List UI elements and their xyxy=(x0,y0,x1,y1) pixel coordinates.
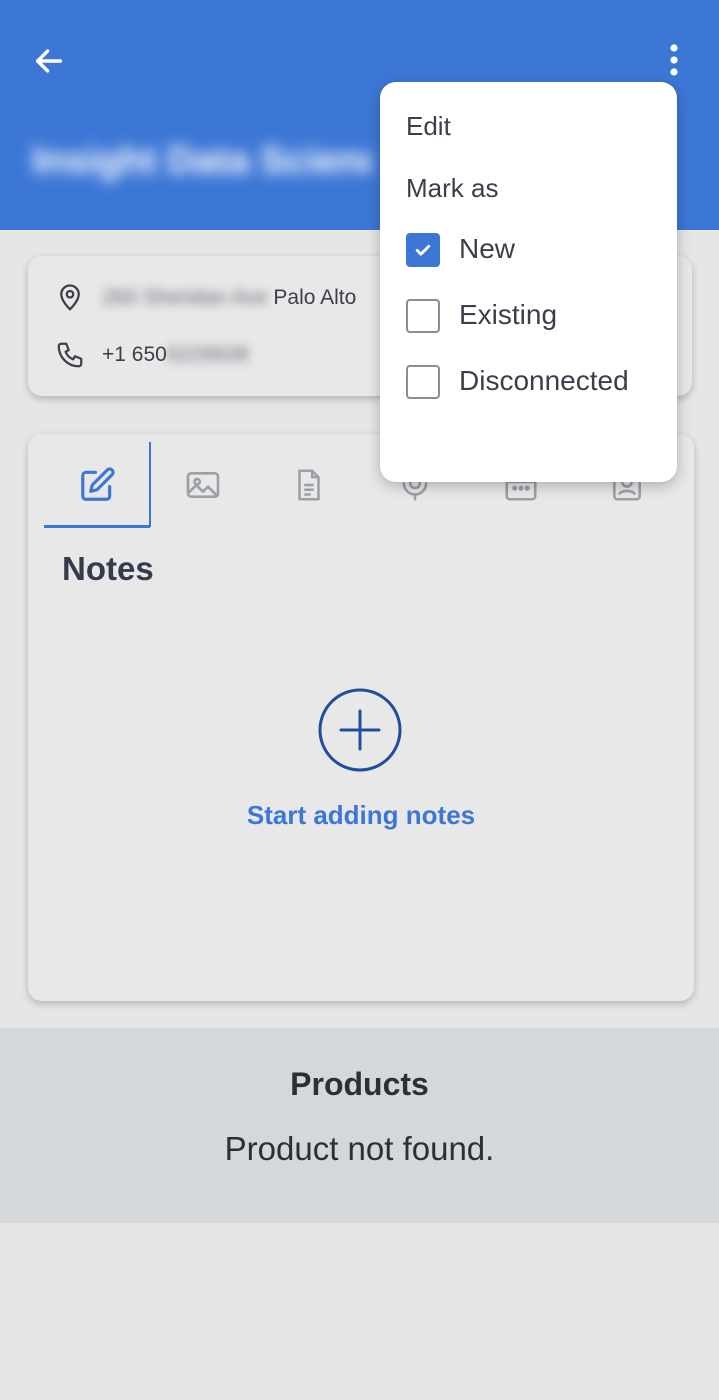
phone-row[interactable]: +1 650 6229938 xyxy=(54,339,249,371)
address-row[interactable]: 260 Sheridan Ave Palo Alto xyxy=(54,282,356,314)
tab-notes[interactable] xyxy=(44,442,150,528)
options-menu: Edit Mark as New Existing Disconnected xyxy=(380,82,677,482)
products-section: Products Product not found. xyxy=(0,1028,719,1223)
menu-mark-as-label: Mark as xyxy=(406,173,499,203)
tab-images[interactable] xyxy=(150,442,256,528)
checkbox-disconnected[interactable] xyxy=(406,365,440,399)
add-note-button[interactable] xyxy=(318,688,402,772)
menu-item-edit[interactable]: Edit xyxy=(406,111,451,142)
menu-option-existing[interactable]: Existing xyxy=(459,299,557,331)
arrow-left-icon xyxy=(35,49,63,73)
phone-prefix: +1 650 xyxy=(102,343,167,366)
more-options-button[interactable] xyxy=(656,38,692,82)
page-title: Insight Data Science xyxy=(32,140,372,182)
checkbox-new[interactable] xyxy=(406,233,440,267)
document-icon xyxy=(298,469,320,501)
image-icon xyxy=(186,472,220,498)
checkbox-existing[interactable] xyxy=(406,299,440,333)
menu-option-disconnected[interactable]: Disconnected xyxy=(459,365,629,397)
more-vert-icon xyxy=(670,44,678,76)
plus-circle-icon xyxy=(318,688,402,772)
location-pin-icon xyxy=(54,282,86,314)
back-button[interactable] xyxy=(28,40,70,82)
products-heading: Products xyxy=(290,1066,429,1102)
menu-option-new[interactable]: New xyxy=(459,233,515,265)
edit-icon xyxy=(81,467,115,501)
phone-number: 6229938 xyxy=(166,343,249,366)
attachments-card: Notes Start adding notes xyxy=(28,434,694,1001)
active-tab-indicator xyxy=(44,525,150,528)
address-street: 260 Sheridan Ave xyxy=(102,286,268,309)
tab-documents[interactable] xyxy=(256,442,362,528)
add-note-link[interactable]: Start adding notes xyxy=(28,800,694,831)
phone-icon xyxy=(54,339,86,371)
check-icon xyxy=(415,244,431,256)
notes-heading: Notes xyxy=(62,550,154,587)
products-empty-message: Product not found. xyxy=(224,1130,495,1167)
address-city: Palo Alto xyxy=(273,286,357,309)
